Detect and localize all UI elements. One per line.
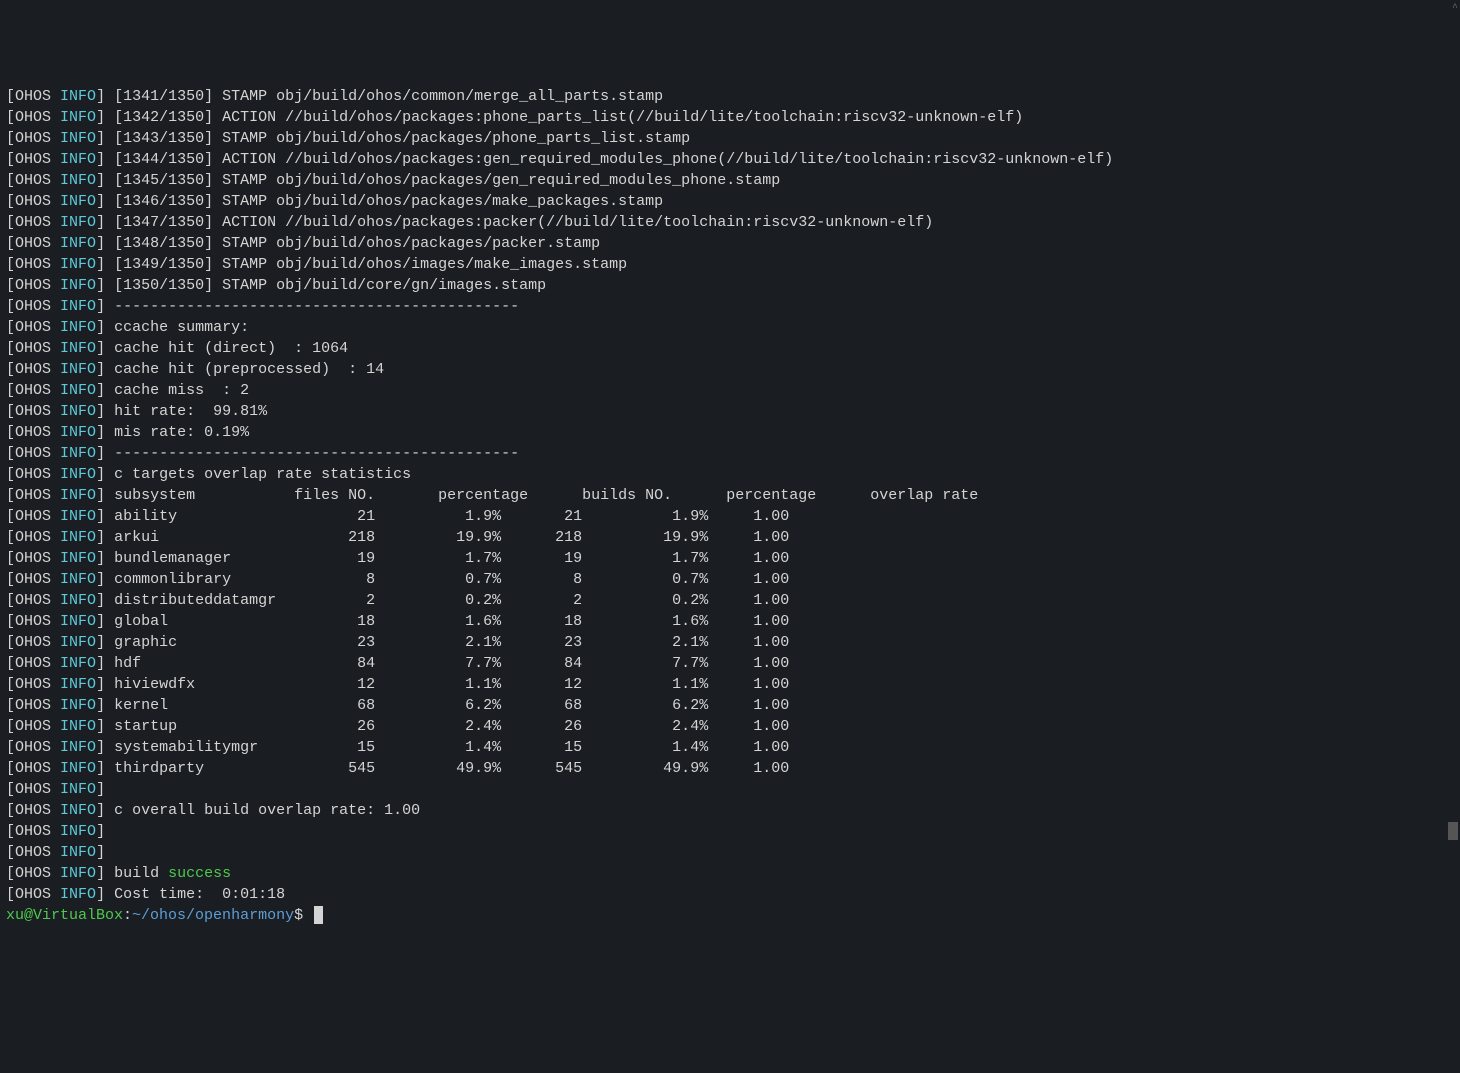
log-line: [OHOS INFO] graphic 23 2.1% 23 2.1% 1.00 bbox=[6, 632, 1454, 653]
log-line: [OHOS INFO] global 18 1.6% 18 1.6% 1.00 bbox=[6, 611, 1454, 632]
cursor bbox=[314, 906, 323, 924]
log-line: [OHOS INFO] kernel 68 6.2% 68 6.2% 1.00 bbox=[6, 695, 1454, 716]
log-line: [OHOS INFO] Cost time: 0:01:18 bbox=[6, 884, 1454, 905]
log-line: [OHOS INFO] thirdparty 545 49.9% 545 49.… bbox=[6, 758, 1454, 779]
log-line: [OHOS INFO] [1342/1350] ACTION //build/o… bbox=[6, 107, 1454, 128]
log-line: [OHOS INFO] subsystem files NO. percenta… bbox=[6, 485, 1454, 506]
log-line: [OHOS INFO] cache hit (direct) : 1064 bbox=[6, 338, 1454, 359]
success-text: success bbox=[168, 865, 231, 882]
log-line: [OHOS INFO] hdf 84 7.7% 84 7.7% 1.00 bbox=[6, 653, 1454, 674]
scrollbar-thumb[interactable] bbox=[1448, 822, 1458, 840]
log-line: [OHOS INFO] bbox=[6, 842, 1454, 863]
log-line: [OHOS INFO] [1348/1350] STAMP obj/build/… bbox=[6, 233, 1454, 254]
shell-prompt[interactable]: xu@VirtualBox:~/ohos/openharmony$ bbox=[6, 905, 1454, 926]
log-line: [OHOS INFO] [1344/1350] ACTION //build/o… bbox=[6, 149, 1454, 170]
log-line: [OHOS INFO] c overall build overlap rate… bbox=[6, 800, 1454, 821]
log-line: [OHOS INFO] [1345/1350] STAMP obj/build/… bbox=[6, 170, 1454, 191]
log-line: [OHOS INFO] [1343/1350] STAMP obj/build/… bbox=[6, 128, 1454, 149]
scrollbar-track[interactable]: ^ bbox=[1446, 0, 1460, 854]
log-line: [OHOS INFO] bbox=[6, 779, 1454, 800]
prompt-path: ~/ohos/openharmony bbox=[132, 907, 294, 924]
log-line: [OHOS INFO] [1350/1350] STAMP obj/build/… bbox=[6, 275, 1454, 296]
log-line: [OHOS INFO] ccache summary: bbox=[6, 317, 1454, 338]
log-line: [OHOS INFO] cache hit (preprocessed) : 1… bbox=[6, 359, 1454, 380]
log-line: [OHOS INFO] startup 26 2.4% 26 2.4% 1.00 bbox=[6, 716, 1454, 737]
log-line: [OHOS INFO] [1347/1350] ACTION //build/o… bbox=[6, 212, 1454, 233]
log-line: [OHOS INFO] [1341/1350] STAMP obj/build/… bbox=[6, 86, 1454, 107]
prompt-user: xu@VirtualBox bbox=[6, 907, 123, 924]
log-line: [OHOS INFO] ability 21 1.9% 21 1.9% 1.00 bbox=[6, 506, 1454, 527]
log-line: [OHOS INFO] bbox=[6, 821, 1454, 842]
log-line: [OHOS INFO] hiviewdfx 12 1.1% 12 1.1% 1.… bbox=[6, 674, 1454, 695]
terminal-output[interactable]: [OHOS INFO] [1341/1350] STAMP obj/build/… bbox=[6, 86, 1454, 926]
build-success-line: [OHOS INFO] build success bbox=[6, 863, 1454, 884]
log-line: [OHOS INFO] ----------------------------… bbox=[6, 443, 1454, 464]
log-line: [OHOS INFO] c targets overlap rate stati… bbox=[6, 464, 1454, 485]
log-line: [OHOS INFO] bundlemanager 19 1.7% 19 1.7… bbox=[6, 548, 1454, 569]
log-line: [OHOS INFO] mis rate: 0.19% bbox=[6, 422, 1454, 443]
log-line: [OHOS INFO] cache miss : 2 bbox=[6, 380, 1454, 401]
log-line: [OHOS INFO] commonlibrary 8 0.7% 8 0.7% … bbox=[6, 569, 1454, 590]
log-line: [OHOS INFO] distributeddatamgr 2 0.2% 2 … bbox=[6, 590, 1454, 611]
log-line: [OHOS INFO] [1349/1350] STAMP obj/build/… bbox=[6, 254, 1454, 275]
log-line: [OHOS INFO] systemabilitymgr 15 1.4% 15 … bbox=[6, 737, 1454, 758]
log-line: [OHOS INFO] ----------------------------… bbox=[6, 296, 1454, 317]
scrollbar-up-arrow[interactable]: ^ bbox=[1452, 2, 1458, 16]
log-line: [OHOS INFO] [1346/1350] STAMP obj/build/… bbox=[6, 191, 1454, 212]
log-line: [OHOS INFO] hit rate: 99.81% bbox=[6, 401, 1454, 422]
log-line: [OHOS INFO] arkui 218 19.9% 218 19.9% 1.… bbox=[6, 527, 1454, 548]
